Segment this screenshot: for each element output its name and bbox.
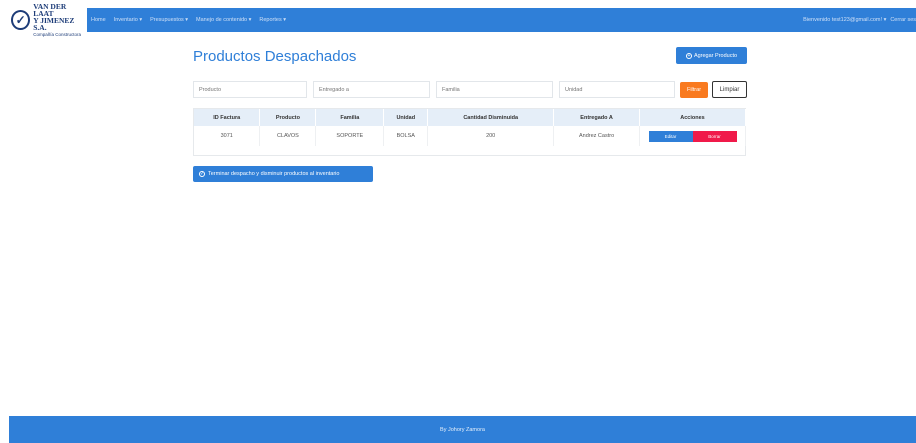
finish-dispatch-button[interactable]: ✓ Terminar despacho y disminuir producto… — [193, 166, 373, 182]
row-actions: Editar Borrar — [640, 130, 745, 142]
nav-item-presupuestos[interactable]: Presupuestos ▾ — [150, 17, 188, 23]
cell-entregado: Andrez Castro — [553, 126, 640, 146]
cell-acciones: Editar Borrar — [639, 126, 746, 146]
nav-item-home[interactable]: Home — [91, 17, 106, 23]
cell-familia: SOPORTE — [315, 126, 385, 146]
plus-circle-icon: + — [685, 52, 692, 59]
finish-dispatch-label: Terminar despacho y disminuir productos … — [208, 171, 340, 177]
edit-button[interactable]: Editar — [648, 130, 693, 142]
page-title: Productos Despachados — [193, 48, 357, 65]
user-menu[interactable]: Bienvenido test123@gmail.com! ▾ — [803, 17, 886, 23]
col-entregado: Entregado A — [553, 109, 640, 126]
footer-credit: By Johory Zamora — [440, 426, 485, 433]
logout-link[interactable]: Cerrar ses — [890, 17, 916, 23]
table-header-row: ID Factura Producto Familia Unidad Canti… — [194, 109, 746, 126]
col-producto: Producto — [259, 109, 317, 126]
familia-filter-input[interactable] — [436, 81, 553, 98]
nav-menu: Home Inventario ▾ Presupuestos ▾ Manejo … — [91, 8, 294, 32]
col-familia: Familia — [315, 109, 385, 126]
col-acciones: Acciones — [639, 109, 746, 126]
brand-line2: Y JIMENEZ S.A. — [33, 15, 75, 32]
add-product-label: Agregar Producto — [693, 52, 738, 59]
filtrar-button[interactable]: Filtrar — [680, 82, 708, 98]
limpiar-button[interactable]: Limpiar — [712, 81, 747, 98]
unidad-filter-input[interactable] — [559, 81, 675, 98]
entregado-filter-input[interactable] — [313, 81, 430, 98]
brand-line3: Compañía Constructora — [33, 31, 82, 37]
nav-item-reportes[interactable]: Reportes ▾ — [259, 17, 286, 23]
nav-item-inventario[interactable]: Inventario ▾ — [114, 17, 142, 23]
check-icon: ✓ — [11, 10, 31, 30]
col-unidad: Unidad — [383, 109, 429, 126]
brand-line1: VAN DER LAAT — [33, 1, 67, 18]
col-cantidad: Cantidad Disminuida — [427, 109, 555, 126]
cell-id-factura: 3071 — [194, 126, 261, 146]
delete-button[interactable]: Borrar — [692, 130, 737, 142]
top-navbar: ✓ VAN DER LAAT Y JIMENEZ S.A. Compañía C… — [9, 2, 916, 37]
footer: By Johory Zamora — [9, 416, 916, 443]
despachados-table: ID Factura Producto Familia Unidad Canti… — [193, 108, 746, 156]
cell-producto: CLAVOS — [259, 126, 317, 146]
add-product-button[interactable]: + Agregar Producto — [676, 47, 747, 64]
cell-cantidad: 200 — [427, 126, 555, 146]
check-circle-icon: ✓ — [199, 171, 205, 177]
producto-filter-input[interactable] — [193, 81, 307, 98]
nav-item-manejo-contenido[interactable]: Manejo de contenido ▾ — [196, 17, 251, 23]
brand-logo[interactable]: ✓ VAN DER LAAT Y JIMENEZ S.A. Compañía C… — [9, 2, 87, 37]
brand-text: VAN DER LAAT Y JIMENEZ S.A. Compañía Con… — [33, 1, 87, 38]
col-id-factura: ID Factura — [194, 109, 261, 126]
table-row: 3071 CLAVOS SOPORTE BOLSA 200 Andrez Cas… — [194, 126, 746, 146]
nav-user-area: Bienvenido test123@gmail.com! ▾ Cerrar s… — [799, 8, 916, 32]
cell-unidad: BOLSA — [383, 126, 429, 146]
